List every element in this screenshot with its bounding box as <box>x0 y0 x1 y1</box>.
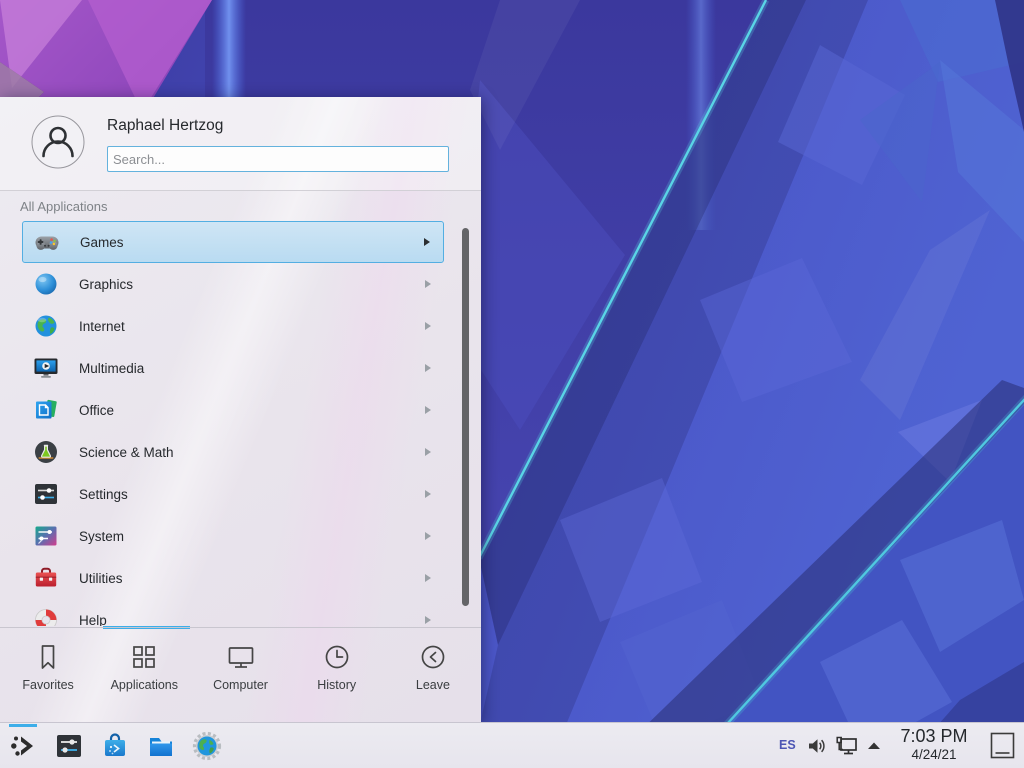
category-multimedia[interactable]: Multimedia <box>22 347 444 389</box>
tab-history[interactable]: History <box>289 642 385 722</box>
launcher-tab-bar: Favorites Applications <box>0 627 481 722</box>
network-icon[interactable] <box>834 735 860 757</box>
submenu-arrow-icon <box>425 406 431 414</box>
system-icon <box>33 523 59 549</box>
submenu-arrow-icon <box>425 322 431 330</box>
category-label: Science & Math <box>79 445 174 460</box>
tab-label: History <box>317 678 356 692</box>
taskbar-web-browser-button[interactable] <box>188 723 226 768</box>
tab-label: Leave <box>416 678 450 692</box>
desktop: Raphael Hertzog All Applications <box>0 0 1024 768</box>
tab-label: Computer <box>213 678 268 692</box>
show-desktop-button[interactable] <box>990 732 1015 759</box>
digital-clock[interactable]: 7:03 PM 4/24/21 <box>888 725 980 763</box>
tab-leave[interactable]: Leave <box>385 642 481 722</box>
history-icon <box>322 642 352 672</box>
submenu-arrow-icon <box>424 238 430 246</box>
category-label: Internet <box>79 319 125 334</box>
utilities-icon <box>33 565 59 591</box>
section-label: All Applications <box>20 199 107 214</box>
submenu-arrow-icon <box>425 364 431 372</box>
tab-computer[interactable]: Computer <box>192 642 288 722</box>
leave-icon <box>418 642 448 672</box>
category-office[interactable]: Office <box>22 389 444 431</box>
category-settings[interactable]: Settings <box>22 473 444 515</box>
category-label: Utilities <box>79 571 123 586</box>
user-name: Raphael Hertzog <box>107 117 223 135</box>
taskbar-file-manager-button[interactable] <box>142 723 180 768</box>
active-task-indicator <box>9 724 37 727</box>
taskbar-app-launcher-button[interactable] <box>4 723 42 768</box>
taskbar: ES 7:03 PM 4/24/21 <box>0 722 1024 768</box>
volume-icon[interactable] <box>806 735 828 757</box>
scrollbar-thumb[interactable] <box>462 228 469 606</box>
internet-icon <box>33 313 59 339</box>
submenu-arrow-icon <box>425 616 431 624</box>
category-science-math[interactable]: Science & Math <box>22 431 444 473</box>
office-icon <box>33 397 59 423</box>
category-system[interactable]: System <box>22 515 444 557</box>
search-input[interactable] <box>107 146 449 172</box>
category-help[interactable]: Help <box>22 599 444 626</box>
category-internet[interactable]: Internet <box>22 305 444 347</box>
category-games[interactable]: Games <box>22 221 444 263</box>
launcher-header: Raphael Hertzog <box>0 97 481 191</box>
application-launcher-menu: Raphael Hertzog All Applications <box>0 97 481 722</box>
tab-label: Applications <box>111 678 178 692</box>
applications-icon <box>129 642 159 672</box>
tray-expand-arrow-icon[interactable] <box>866 739 882 761</box>
tab-applications[interactable]: Applications <box>96 642 192 722</box>
category-label: Graphics <box>79 277 133 292</box>
category-list: Games Graphics <box>22 221 444 626</box>
settings-icon <box>33 481 59 507</box>
science-icon <box>33 439 59 465</box>
submenu-arrow-icon <box>425 448 431 456</box>
taskbar-system-settings-button[interactable] <box>50 723 88 768</box>
submenu-arrow-icon <box>425 532 431 540</box>
user-avatar[interactable] <box>31 115 85 169</box>
keyboard-layout-indicator[interactable]: ES <box>779 738 796 752</box>
favorites-icon <box>33 642 63 672</box>
category-label: Multimedia <box>79 361 144 376</box>
category-label: System <box>79 529 124 544</box>
graphics-icon <box>33 271 59 297</box>
computer-icon <box>226 642 256 672</box>
category-graphics[interactable]: Graphics <box>22 263 444 305</box>
category-utilities[interactable]: Utilities <box>22 557 444 599</box>
tab-label: Favorites <box>22 678 73 692</box>
submenu-arrow-icon <box>425 574 431 582</box>
submenu-arrow-icon <box>425 280 431 288</box>
category-label: Games <box>80 235 124 250</box>
category-label: Help <box>79 613 107 627</box>
games-icon <box>34 229 60 255</box>
category-label: Office <box>79 403 114 418</box>
tab-favorites[interactable]: Favorites <box>0 642 96 722</box>
submenu-arrow-icon <box>425 490 431 498</box>
help-icon <box>33 607 59 626</box>
clock-date: 4/24/21 <box>888 747 980 763</box>
multimedia-icon <box>33 355 59 381</box>
category-label: Settings <box>79 487 128 502</box>
clock-time: 7:03 PM <box>888 725 980 747</box>
taskbar-discover-button[interactable] <box>96 723 134 768</box>
